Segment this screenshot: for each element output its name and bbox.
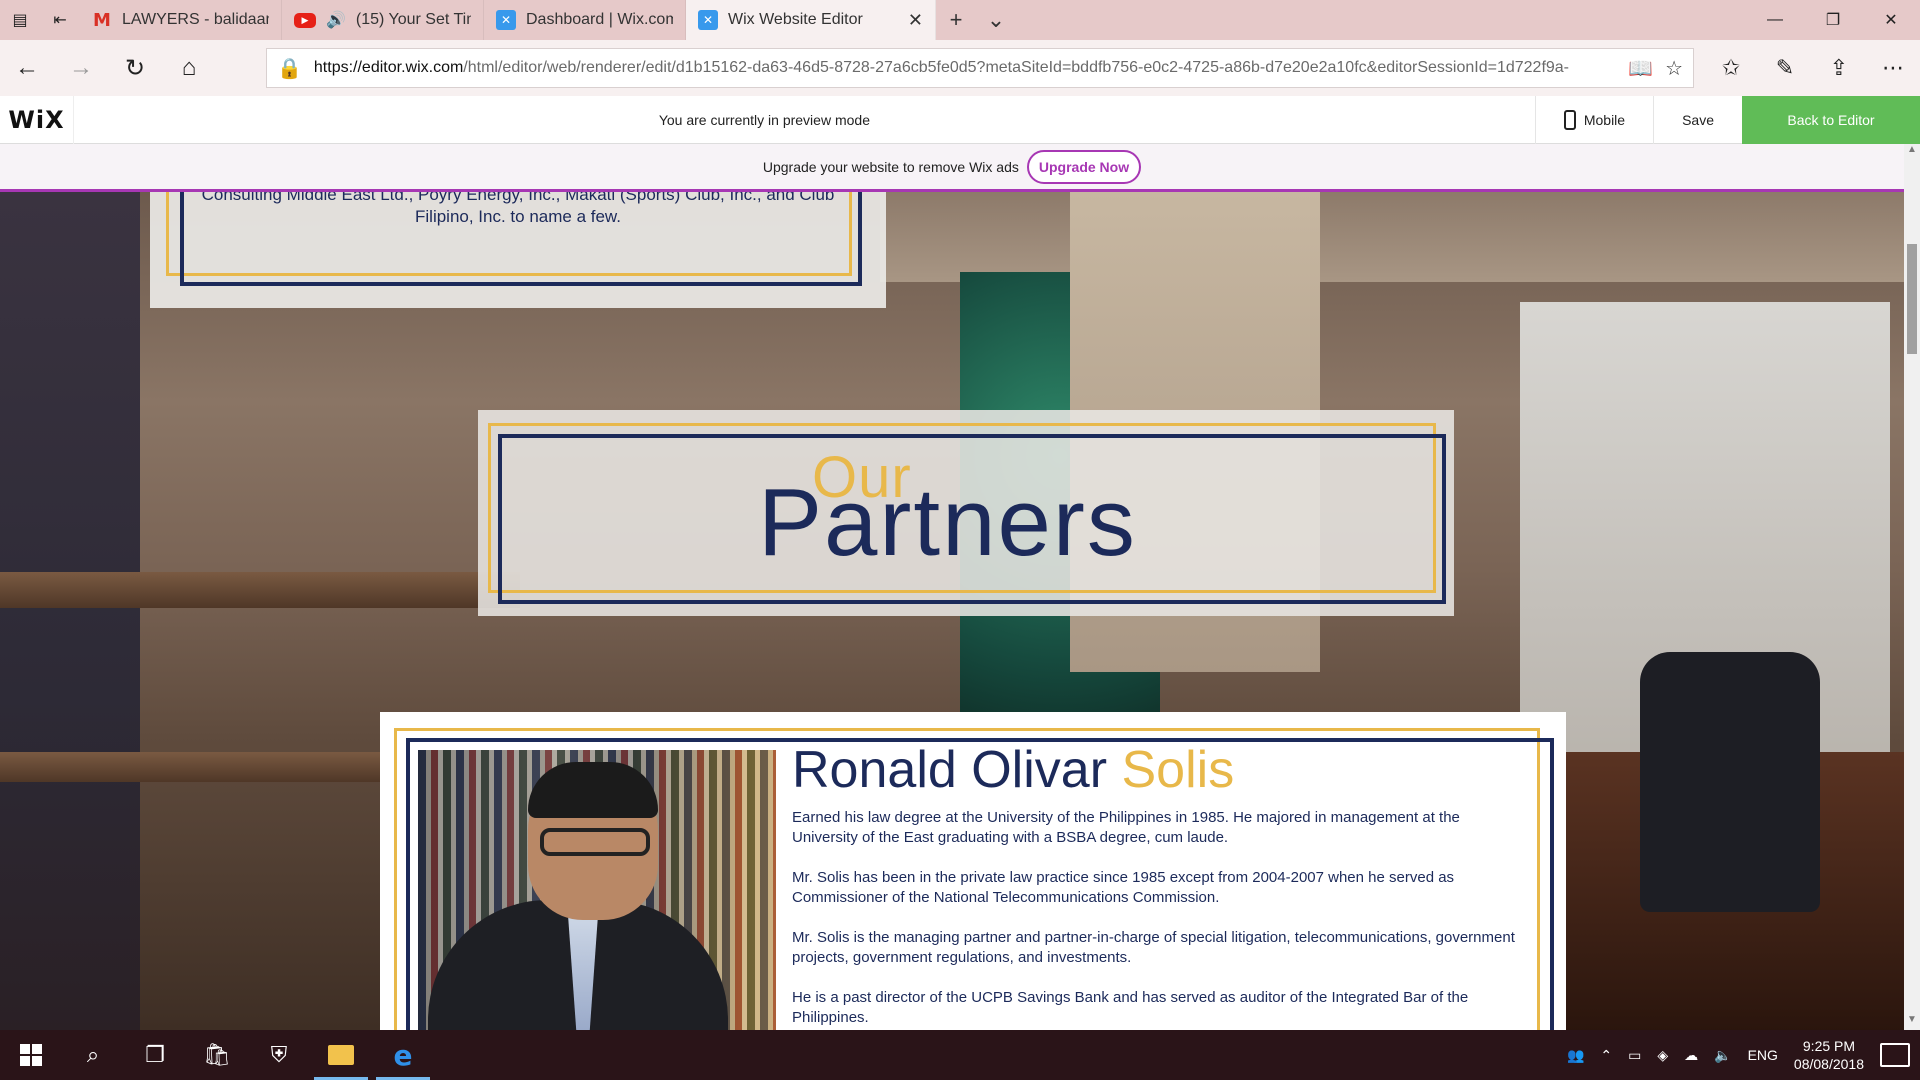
minimize-icon[interactable]: — <box>1746 0 1804 40</box>
window-controls: — ❐ ✕ <box>1746 0 1920 40</box>
address-bar: ← → ↻ ⌂ 🔒 https://editor.wix.com/html/ed… <box>0 40 1920 96</box>
heading-partners: Partners <box>758 469 1137 576</box>
favorite-star-icon[interactable]: ☆ <box>1665 56 1683 81</box>
upgrade-banner: Upgrade your website to remove Wix ads U… <box>0 144 1904 192</box>
partner-profile-card: Ronald Olivar Solis Earned his law degre… <box>380 712 1566 1030</box>
tab-title: LAWYERS - balidaangelica@ <box>122 11 269 28</box>
start-button[interactable] <box>0 1030 62 1080</box>
wix-icon: ✕ <box>496 10 516 30</box>
forward-icon[interactable]: → <box>54 40 108 96</box>
battery-icon[interactable]: ▭ <box>1628 1047 1641 1064</box>
tab-title: Wix Website Editor <box>728 11 863 28</box>
gmail-icon: M <box>93 9 111 31</box>
save-button[interactable]: Save <box>1653 95 1742 144</box>
close-window-icon[interactable]: ✕ <box>1862 0 1920 40</box>
home-icon[interactable]: ⌂ <box>162 40 216 96</box>
lock-icon: 🔒 <box>277 57 302 80</box>
edge-browser-icon[interactable]: e <box>372 1030 434 1080</box>
pen-icon[interactable]: ✎ <box>1758 55 1812 81</box>
wix-logo: WiX <box>0 95 74 144</box>
windows-logo-icon <box>20 1044 42 1066</box>
tab-wix-dashboard[interactable]: ✕ Dashboard | Wix.com <box>484 0 686 40</box>
show-hidden-icons-chevron-up-icon[interactable]: ⌃ <box>1600 1047 1612 1064</box>
favorites-icon[interactable]: ✩ <box>1704 55 1758 81</box>
search-icon[interactable]: ⌕ <box>62 1030 124 1080</box>
browser-tab-bar: ▤ ⇤ M LAWYERS - balidaangelica@ ▶ 🔊 (15)… <box>0 0 1920 40</box>
people-icon[interactable]: 👥 <box>1567 1047 1584 1064</box>
clients-text: Insurance Co., Inc., Petron Corporation,… <box>201 192 835 226</box>
chevron-down-icon[interactable]: ⌄ <box>976 0 1016 40</box>
background-photo-bookshelf <box>0 192 140 1030</box>
dropbox-icon[interactable]: ◈ <box>1657 1047 1668 1064</box>
bio-paragraph: He is a past director of the UCPB Saving… <box>792 989 1469 1026</box>
more-icon[interactable]: ⋯ <box>1866 55 1920 81</box>
bio-paragraph: Earned his law degree at the University … <box>792 809 1460 846</box>
browser-toolbar: ✩ ✎ ⇪ ⋯ <box>1704 55 1920 81</box>
wix-icon: ✕ <box>698 10 718 30</box>
page-scrollbar[interactable]: ▲ ▼ <box>1904 144 1920 1030</box>
action-center-icon[interactable] <box>1880 1043 1910 1067</box>
clock-date: 08/08/2018 <box>1793 1056 1864 1072</box>
tab-list-icon[interactable]: ▤ <box>0 0 40 40</box>
volume-icon[interactable]: 🔈 <box>1714 1047 1731 1064</box>
scroll-up-icon[interactable]: ▲ <box>1904 144 1920 160</box>
preview-mode-message: You are currently in preview mode <box>658 111 870 128</box>
upgrade-now-button[interactable]: Upgrade Now <box>1026 149 1142 184</box>
set-aside-tabs-icon[interactable]: ⇤ <box>40 0 80 40</box>
onedrive-cloud-icon[interactable]: ☁ <box>1684 1047 1698 1064</box>
back-icon[interactable]: ← <box>0 40 54 96</box>
new-tab-icon[interactable]: + <box>936 0 976 40</box>
tab-title: Dashboard | Wix.com <box>526 11 673 28</box>
background-photo-chair <box>1640 652 1820 912</box>
url-text[interactable]: https://editor.wix.com/html/editor/web/r… <box>314 59 1616 77</box>
mobile-phone-icon <box>1563 109 1576 130</box>
store-icon[interactable]: 🛍 <box>186 1030 248 1080</box>
file-explorer-icon[interactable] <box>310 1030 372 1080</box>
background-photo-ceiling <box>880 192 1904 282</box>
upgrade-message: Upgrade your website to remove Wix ads <box>762 158 1019 175</box>
tab-gmail[interactable]: M LAWYERS - balidaangelica@ <box>80 0 282 40</box>
tab-youtube[interactable]: ▶ 🔊 (15) Your Set Time For I <box>282 0 484 40</box>
task-view-icon[interactable]: ❐ <box>124 1030 186 1080</box>
scroll-down-icon[interactable]: ▼ <box>1904 1014 1920 1030</box>
refresh-icon[interactable]: ↻ <box>108 40 162 96</box>
site-preview[interactable]: Insurance Co., Inc., Petron Corporation,… <box>0 192 1904 1030</box>
partner-photo <box>418 750 776 1030</box>
partner-bio: Earned his law degree at the University … <box>792 808 1522 1030</box>
system-tray: 👥 ⌃ ▭ ◈ ☁ 🔈 ENG 9:25 PM 08/08/2018 <box>1567 1037 1920 1073</box>
tab-title: (15) Your Set Time For I <box>355 11 471 28</box>
url-input[interactable]: 🔒 https://editor.wix.com/html/editor/web… <box>266 48 1694 88</box>
audio-playing-icon[interactable]: 🔊 <box>326 10 346 30</box>
security-shield-icon[interactable]: ⛨ <box>248 1030 310 1080</box>
wix-preview-bar: WiX You are currently in preview mode Mo… <box>0 95 1920 144</box>
mobile-button[interactable]: Mobile <box>1534 95 1653 144</box>
close-tab-icon[interactable]: ✕ <box>908 10 923 31</box>
our-partners-heading-card: Our Partners <box>478 410 1454 616</box>
partner-name: Ronald Olivar Solis <box>792 741 1235 799</box>
windows-taskbar: ⌕ ❐ 🛍 ⛨ e 👥 ⌃ ▭ ◈ ☁ 🔈 ENG 9:25 PM 08/08/… <box>0 1030 1920 1080</box>
clients-text-card: Insurance Co., Inc., Petron Corporation,… <box>150 192 886 308</box>
youtube-icon: ▶ <box>294 12 316 28</box>
bio-paragraph: Mr. Solis has been in the private law pr… <box>792 869 1455 906</box>
bio-paragraph: Mr. Solis is the managing partner and pa… <box>792 929 1515 966</box>
restore-icon[interactable]: ❐ <box>1804 0 1862 40</box>
reading-view-icon[interactable]: 📖 <box>1628 56 1653 81</box>
clock-time: 9:25 PM <box>1802 1038 1856 1054</box>
tab-wix-editor[interactable]: ✕ Wix Website Editor ✕ <box>686 0 936 40</box>
clock[interactable]: 9:25 PM 08/08/2018 <box>1794 1037 1864 1073</box>
back-to-editor-button[interactable]: Back to Editor <box>1742 95 1920 144</box>
share-icon[interactable]: ⇪ <box>1812 55 1866 81</box>
scroll-thumb[interactable] <box>1907 244 1917 354</box>
background-photo-shelf <box>0 752 380 782</box>
language-indicator[interactable]: ENG <box>1748 1047 1778 1063</box>
background-photo-shelf <box>0 572 520 608</box>
